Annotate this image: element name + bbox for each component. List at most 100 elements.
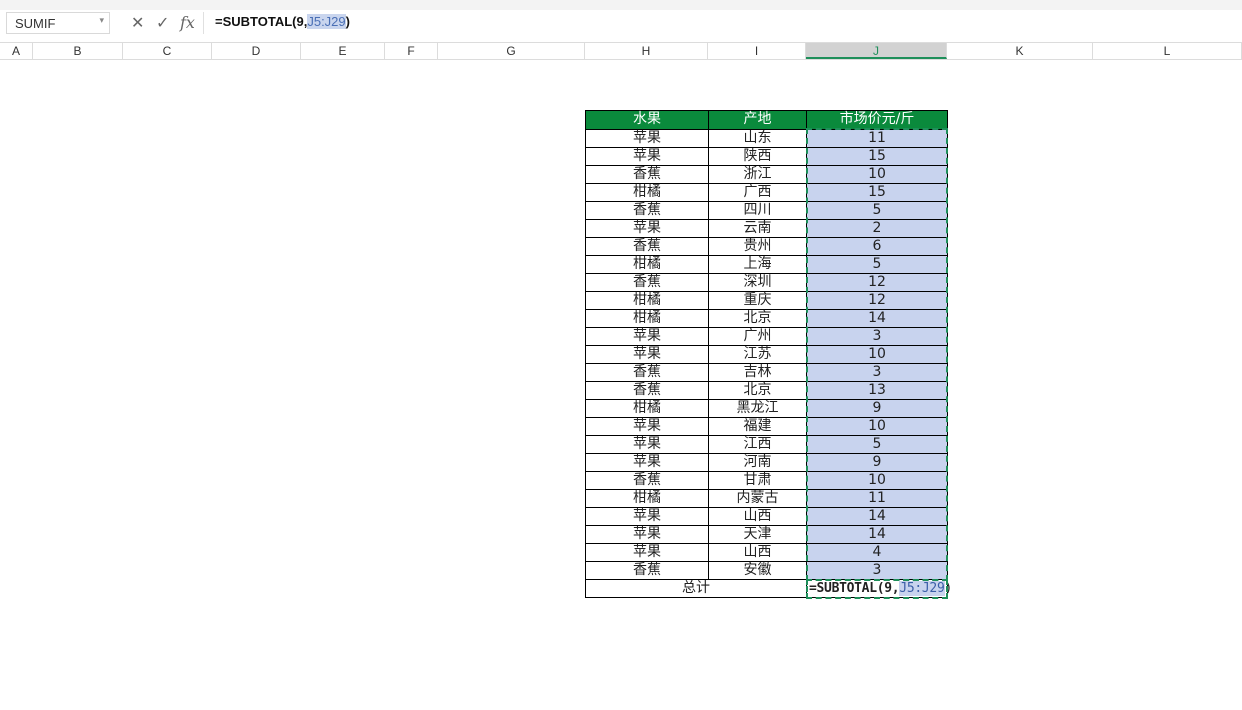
total-formula-prefix: =SUBTOTAL(9, <box>809 581 900 596</box>
fruit-cell[interactable]: 柑橘 <box>585 309 708 327</box>
fruit-cell[interactable]: 苹果 <box>585 129 708 147</box>
total-formula-cell[interactable]: =SUBTOTAL(9,J5:J29) <box>806 579 952 597</box>
origin-cell[interactable]: 重庆 <box>708 291 806 309</box>
fruit-cell[interactable]: 柑橘 <box>585 183 708 201</box>
origin-cell[interactable]: 北京 <box>708 309 806 327</box>
fruit-cell[interactable]: 香蕉 <box>585 381 708 399</box>
price-cell[interactable]: 11 <box>806 129 947 147</box>
origin-cell[interactable]: 山东 <box>708 129 806 147</box>
fruit-cell[interactable]: 苹果 <box>585 147 708 165</box>
column-header-i[interactable]: I <box>708 43 806 59</box>
origin-cell[interactable]: 陕西 <box>708 147 806 165</box>
fruit-cell[interactable]: 香蕉 <box>585 237 708 255</box>
fruit-cell[interactable]: 香蕉 <box>585 561 708 579</box>
column-header-k[interactable]: K <box>947 43 1093 59</box>
price-cell[interactable]: 5 <box>806 255 947 273</box>
table-header-cell[interactable]: 水果 <box>585 110 708 129</box>
fruit-cell[interactable]: 苹果 <box>585 219 708 237</box>
fruit-cell[interactable]: 柑橘 <box>585 291 708 309</box>
fruit-cell[interactable]: 苹果 <box>585 543 708 561</box>
price-cell[interactable]: 6 <box>806 237 947 255</box>
fruit-cell[interactable]: 香蕉 <box>585 273 708 291</box>
price-cell[interactable]: 14 <box>806 309 947 327</box>
origin-cell[interactable]: 山西 <box>708 543 806 561</box>
price-cell[interactable]: 5 <box>806 435 947 453</box>
price-cell[interactable]: 15 <box>806 183 947 201</box>
price-cell[interactable]: 14 <box>806 525 947 543</box>
origin-cell[interactable]: 福建 <box>708 417 806 435</box>
column-header-g[interactable]: G <box>438 43 585 59</box>
column-header-j[interactable]: J <box>806 43 947 59</box>
origin-cell[interactable]: 广西 <box>708 183 806 201</box>
origin-cell[interactable]: 云南 <box>708 219 806 237</box>
formula-input[interactable]: =SUBTOTAL(9,J5:J29) <box>215 14 350 29</box>
cancel-icon[interactable]: ✕ <box>131 13 144 33</box>
column-header-h[interactable]: H <box>585 43 708 59</box>
enter-check-icon[interactable]: ✓ <box>156 13 169 33</box>
origin-cell[interactable]: 天津 <box>708 525 806 543</box>
price-cell[interactable]: 15 <box>806 147 947 165</box>
origin-cell[interactable]: 四川 <box>708 201 806 219</box>
chevron-down-icon[interactable]: ▾ <box>99 16 104 26</box>
column-header-e[interactable]: E <box>301 43 385 59</box>
fruit-cell[interactable]: 苹果 <box>585 327 708 345</box>
fruit-cell[interactable]: 苹果 <box>585 435 708 453</box>
table-bottom-border <box>585 597 948 598</box>
column-header-b[interactable]: B <box>33 43 123 59</box>
price-cell[interactable]: 3 <box>806 561 947 579</box>
column-header-a[interactable]: A <box>0 43 33 59</box>
origin-cell[interactable]: 江西 <box>708 435 806 453</box>
fruit-cell[interactable]: 柑橘 <box>585 255 708 273</box>
price-cell[interactable]: 9 <box>806 399 947 417</box>
price-cell[interactable]: 10 <box>806 165 947 183</box>
column-header-d[interactable]: D <box>212 43 301 59</box>
fruit-cell[interactable]: 苹果 <box>585 345 708 363</box>
origin-cell[interactable]: 河南 <box>708 453 806 471</box>
origin-cell[interactable]: 上海 <box>708 255 806 273</box>
price-cell[interactable]: 14 <box>806 507 947 525</box>
origin-cell[interactable]: 贵州 <box>708 237 806 255</box>
fruit-cell[interactable]: 香蕉 <box>585 201 708 219</box>
column-header-c[interactable]: C <box>123 43 212 59</box>
insert-function-icon[interactable]: fx <box>180 13 195 33</box>
fruit-cell[interactable]: 苹果 <box>585 507 708 525</box>
origin-cell[interactable]: 广州 <box>708 327 806 345</box>
origin-cell[interactable]: 甘肃 <box>708 471 806 489</box>
fruit-cell[interactable]: 苹果 <box>585 525 708 543</box>
name-box[interactable]: SUMIF ▾ <box>6 12 110 34</box>
table-header-cell[interactable]: 市场价元/斤 <box>806 110 947 129</box>
price-cell[interactable]: 9 <box>806 453 947 471</box>
fruit-cell[interactable]: 香蕉 <box>585 165 708 183</box>
price-cell[interactable]: 11 <box>806 489 947 507</box>
origin-cell[interactable]: 安徽 <box>708 561 806 579</box>
column-header-l[interactable]: L <box>1093 43 1242 59</box>
fruit-cell[interactable]: 香蕉 <box>585 363 708 381</box>
fruit-cell[interactable]: 苹果 <box>585 417 708 435</box>
column-header-f[interactable]: F <box>385 43 438 59</box>
price-cell[interactable]: 4 <box>806 543 947 561</box>
origin-cell[interactable]: 吉林 <box>708 363 806 381</box>
origin-cell[interactable]: 深圳 <box>708 273 806 291</box>
origin-cell[interactable]: 山西 <box>708 507 806 525</box>
price-cell[interactable]: 3 <box>806 327 947 345</box>
price-cell[interactable]: 2 <box>806 219 947 237</box>
price-cell[interactable]: 10 <box>806 417 947 435</box>
fruit-cell[interactable]: 柑橘 <box>585 399 708 417</box>
origin-cell[interactable]: 北京 <box>708 381 806 399</box>
origin-cell[interactable]: 内蒙古 <box>708 489 806 507</box>
price-cell[interactable]: 12 <box>806 273 947 291</box>
price-cell[interactable]: 5 <box>806 201 947 219</box>
total-label-cell[interactable]: 总计 <box>585 579 806 597</box>
price-cell[interactable]: 3 <box>806 363 947 381</box>
origin-cell[interactable]: 黑龙江 <box>708 399 806 417</box>
table-header-cell[interactable]: 产地 <box>708 110 806 129</box>
fruit-cell[interactable]: 香蕉 <box>585 471 708 489</box>
price-cell[interactable]: 12 <box>806 291 947 309</box>
price-cell[interactable]: 10 <box>806 471 947 489</box>
price-cell[interactable]: 13 <box>806 381 947 399</box>
origin-cell[interactable]: 江苏 <box>708 345 806 363</box>
fruit-cell[interactable]: 苹果 <box>585 453 708 471</box>
fruit-cell[interactable]: 柑橘 <box>585 489 708 507</box>
origin-cell[interactable]: 浙江 <box>708 165 806 183</box>
price-cell[interactable]: 10 <box>806 345 947 363</box>
